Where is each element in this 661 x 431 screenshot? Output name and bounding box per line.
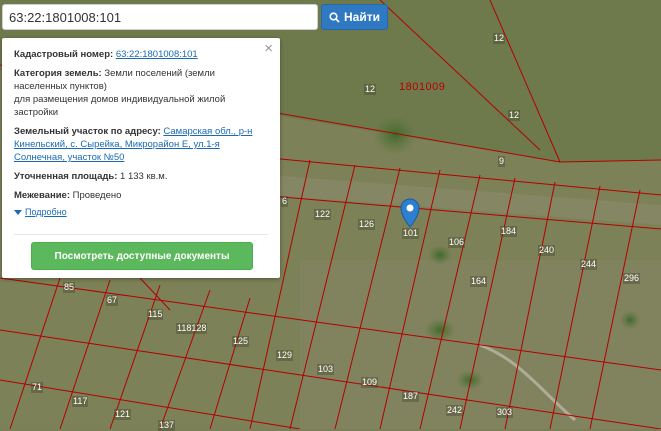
parcel-label: 184	[500, 226, 518, 237]
category-label: Категория земель:	[14, 68, 102, 79]
parcel-label: 71	[31, 382, 44, 393]
parcel-label: 126	[358, 219, 376, 230]
survey-label: Межевание:	[14, 190, 70, 201]
parcel-label: 129	[276, 350, 294, 361]
parcel-label: 9	[498, 156, 506, 167]
search-button-label: Найти	[344, 10, 380, 24]
parcel-label: 109	[361, 377, 379, 388]
category-value-usage: для размещения домов индивидуальной жило…	[14, 94, 226, 118]
parcel-label: 12	[508, 110, 521, 121]
parcel-label: 103	[317, 364, 335, 375]
cadastral-label: Кадастровый номер:	[14, 49, 114, 60]
search-button[interactable]: Найти	[321, 4, 388, 30]
search-input[interactable]	[3, 5, 317, 29]
parcel-label: 137	[158, 420, 176, 431]
parcel-label: 85	[63, 282, 76, 293]
survey-value: Проведено	[72, 190, 122, 201]
divider	[14, 234, 268, 235]
parcel-label: 187	[402, 391, 420, 402]
address-label: Земельный участок по адресу:	[14, 126, 161, 137]
parcel-label: 296	[623, 273, 641, 284]
search-box[interactable]	[2, 4, 318, 30]
search-icon	[329, 11, 340, 23]
cadastral-link[interactable]: 63:22:1801008:101	[116, 49, 198, 60]
quarter-label: 1801009	[399, 81, 446, 93]
parcel-label: 118128	[176, 323, 208, 334]
close-icon[interactable]: ×	[264, 41, 273, 57]
parcel-label: 125	[232, 336, 250, 347]
parcel-label: 164	[470, 276, 488, 287]
parcel-label: 122	[314, 209, 332, 220]
parcel-label: 117	[72, 396, 89, 407]
parcel-label: 242	[446, 405, 464, 416]
parcel-info-popup: × Кадастровый номер: 63:22:1801008:101 К…	[2, 38, 280, 278]
parcel-label: 106	[448, 237, 466, 248]
view-documents-button[interactable]: Посмотреть доступные документы	[31, 242, 253, 270]
triangle-down-icon	[14, 210, 22, 215]
parcel-label: 244	[580, 259, 598, 270]
details-toggle[interactable]: Подробно	[14, 206, 268, 219]
area-value: 1 133 кв.м.	[120, 171, 168, 182]
parcel-label: 115	[147, 309, 164, 320]
area-label: Уточненная площадь:	[14, 171, 118, 182]
parcel-label: 101	[402, 228, 420, 239]
parcel-label: 67	[106, 295, 119, 306]
parcel-label: 240	[538, 245, 556, 256]
parcel-label: 6	[281, 196, 289, 207]
parcel-label: 12	[493, 33, 506, 44]
parcel-label: 303	[496, 407, 514, 418]
details-label: Подробно	[25, 207, 67, 217]
parcel-label: 12	[364, 84, 377, 95]
parcel-label: 121	[114, 409, 132, 420]
